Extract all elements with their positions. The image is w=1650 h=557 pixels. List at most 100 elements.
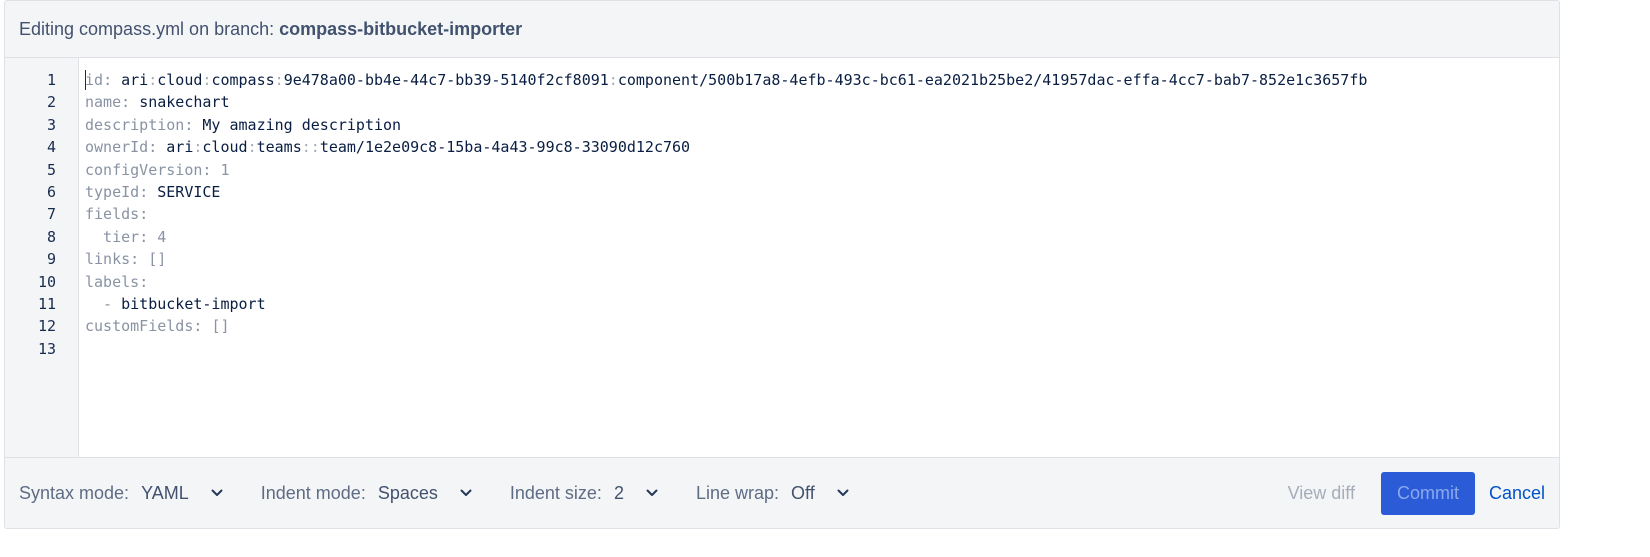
syntax-mode-select[interactable]: YAML [141,483,223,504]
code-token: cloud [157,71,203,89]
editor-header: Editing compass.yml on branch: compass-b… [5,1,1559,58]
syntax-mode-label: Syntax mode: [19,482,130,503]
line-number: 5 [46,160,56,179]
code-line: typeId: SERVICE [85,181,1559,203]
code-token: : [148,138,167,157]
indent-size-label: Indent size: [509,482,602,503]
code-token: : [139,205,149,224]
code-token: links [85,250,131,269]
code-token: compass [211,71,275,89]
code-token: : [202,160,221,179]
line-wrap-option: Line wrap: Off [696,483,849,504]
text-cursor [85,70,86,90]
code-line: labels: [85,271,1559,293]
code-token: : [139,182,158,201]
code-token: teams [256,138,302,157]
code-token: bitbucket-import [121,294,266,313]
chevron-down-icon [646,489,658,496]
indent-size-value: 2 [613,482,624,503]
code-token: labels [85,272,140,291]
code-token: : [274,71,284,89]
code-token: snakechart [139,93,230,112]
code-token: cloud [202,138,248,157]
line-number: 4 [46,138,56,157]
header-prefix: Editing compass.yml on branch: [19,18,275,39]
code-token: team/1e2e09c8-15ba-4a43-99c8-33090d12c76… [319,138,691,157]
code-token: customFields [85,317,194,336]
commit-button[interactable]: Commit [1380,471,1475,515]
code-editor[interactable]: 1 2 3 4 5 6 7 8 9 10 11 12 13 id: ari:cloud:compass:… [5,58,1559,458]
code-token: typeId [85,182,140,201]
code-token: : [121,93,140,112]
code-token: : [148,71,158,89]
line-number: 1 [46,71,56,89]
code-token: 9e478a00-bb4e-44c7-bb39-5140f2cf8091 [283,71,609,89]
code-token: : [193,317,212,336]
code-area[interactable]: id: ari:cloud:compass:9e478a00-bb4e-44c7… [79,58,1559,458]
code-token: ari [166,138,194,157]
chevron-down-icon [460,489,472,496]
code-token: ari [121,71,149,89]
code-token: id [85,71,104,89]
code-token: :: [301,138,320,157]
chevron-down-icon [211,489,223,496]
code-token: : [139,227,158,246]
code-token: 1 [220,160,230,179]
indent-size-option: Indent size: 2 [510,483,658,504]
code-line: configVersion: 1 [85,159,1559,181]
line-wrap-select[interactable]: Off [791,483,849,504]
code-token: description [85,115,185,134]
indent-size-select[interactable]: 2 [614,483,658,504]
code-line: ownerId: ari:cloud:teams::team/1e2e09c8-… [85,136,1559,158]
code-line: customFields: [] [85,315,1559,337]
code-line: links: [] [85,248,1559,270]
line-number: 11 [37,294,56,313]
syntax-mode-value: YAML [141,482,189,503]
editor-dialog: Editing compass.yml on branch: compass-b… [4,0,1560,529]
editor-footer: Syntax mode: YAML Indent mode: Spaces In… [5,457,1559,528]
line-number: 7 [46,205,56,224]
line-number: 10 [37,272,56,291]
code-token: : [139,272,149,291]
code-line: description: My amazing description [85,114,1559,136]
code-token: component/500b17a8-4efb-493c-bc61-ea2021… [617,71,1368,89]
code-token: : [247,138,257,157]
line-number: 8 [46,227,56,246]
code-token: fields [85,205,140,224]
chevron-down-icon [837,489,849,496]
code-token: [] [211,317,230,336]
line-number: 13 [37,339,56,358]
code-line: - bitbucket-import [85,293,1559,315]
line-number: 3 [46,115,56,134]
code-token: - [85,294,122,313]
line-number: 9 [46,250,56,269]
code-token: SERVICE [157,182,221,201]
line-number: 6 [46,182,56,201]
code-token: : [130,250,149,269]
branch-name: compass-bitbucket-importer [279,18,523,39]
line-number-gutter: 1 2 3 4 5 6 7 8 9 10 11 12 13 [5,58,79,458]
line-number: 12 [37,317,56,336]
code-token: ownerId [85,138,149,157]
indent-mode-option: Indent mode: Spaces [261,483,472,504]
cancel-button[interactable]: Cancel [1489,483,1545,504]
code-token: : [103,71,122,89]
line-wrap-label: Line wrap: [695,482,780,503]
line-number: 2 [46,93,56,112]
code-line: name: snakechart [85,91,1559,113]
indent-mode-select[interactable]: Spaces [378,483,472,504]
view-diff-button[interactable]: View diff [1288,483,1355,504]
code-token: My amazing description [202,115,402,134]
code-line: tier: 4 [85,226,1559,248]
code-line: id: ari:cloud:compass:9e478a00-bb4e-44c7… [85,69,1559,91]
code-token: [] [148,250,167,269]
code-token: 4 [157,227,167,246]
indent-mode-label: Indent mode: [260,482,366,503]
code-line: fields: [85,203,1559,225]
code-token: configVersion [85,160,203,179]
code-token: tier [85,227,140,246]
line-wrap-value: Off [791,482,815,503]
code-token: : [608,71,618,89]
code-token: : [184,115,203,134]
